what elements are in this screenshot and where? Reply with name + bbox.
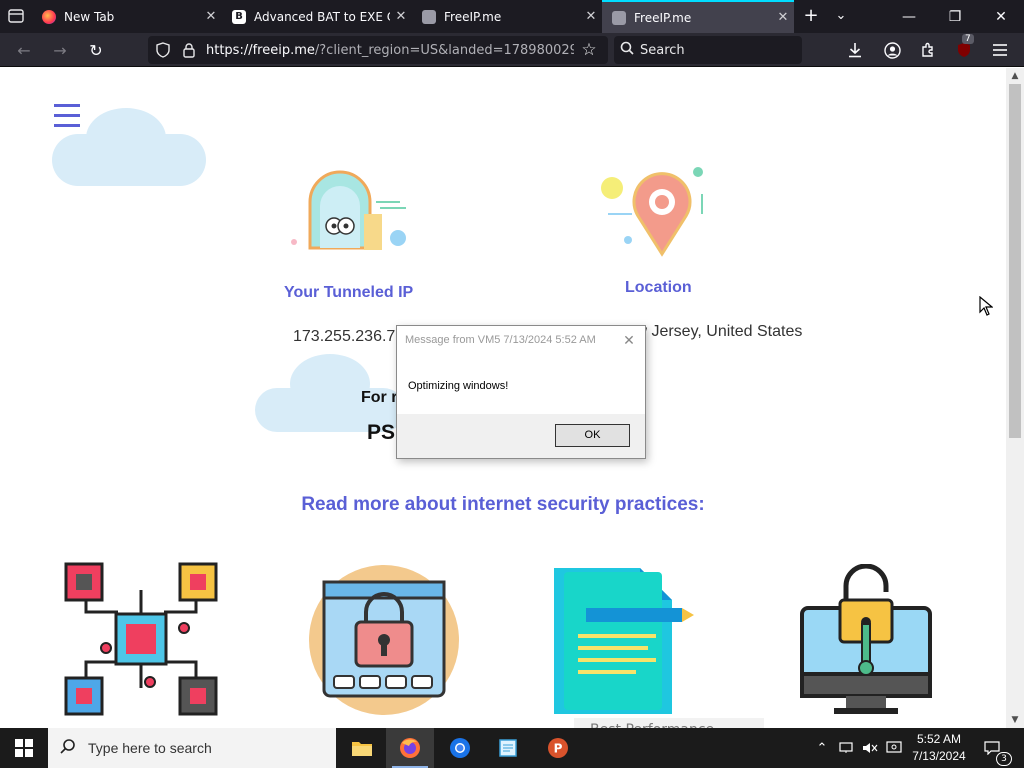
windows-start-icon[interactable]: [0, 728, 48, 768]
close-tab-icon[interactable]: ✕: [390, 9, 412, 24]
cloud-decoration: [290, 354, 370, 414]
cloud-decoration: [86, 108, 166, 168]
extensions-icon[interactable]: [916, 38, 940, 62]
close-window-icon[interactable]: ✕: [978, 0, 1024, 33]
tab-bar: New Tab ✕ B Advanced BAT to EXE Conv ✕ F…: [0, 0, 1024, 33]
navigation-toolbar: ← → ↻ https://freeip.me/?client_region=U…: [0, 33, 1024, 67]
shield-icon[interactable]: [152, 39, 174, 61]
url-bar[interactable]: https://freeip.me/?client_region=US&land…: [148, 36, 608, 64]
reload-icon[interactable]: ↻: [84, 38, 108, 62]
scroll-down-icon[interactable]: ▼: [1006, 712, 1024, 728]
dialog-close-icon[interactable]: ✕: [619, 331, 639, 351]
menu-icon[interactable]: [988, 38, 1012, 62]
safe-lock-icon[interactable]: [308, 564, 460, 716]
url-domain: https://freeip.me: [206, 42, 315, 58]
ip-value: 173.255.236.7: [293, 328, 396, 345]
tunneled-ip-heading: Your Tunneled IP: [284, 284, 414, 301]
volume-muted-icon[interactable]: [860, 728, 880, 768]
notepad-icon[interactable]: [484, 728, 532, 768]
chevron-down-icon[interactable]: ⌄: [830, 5, 852, 27]
download-icon[interactable]: [843, 38, 867, 62]
unlocked-computer-icon[interactable]: [798, 563, 934, 716]
promo-code-text: PS: [367, 421, 396, 444]
extension-badge: 7: [962, 34, 974, 44]
close-tab-icon[interactable]: ✕: [580, 9, 602, 24]
file-explorer-icon[interactable]: [338, 728, 386, 768]
notification-count-badge: 3: [996, 752, 1012, 766]
tab-freeip-active[interactable]: FreeIP.me ✕: [602, 0, 794, 33]
cloud-favicon-icon: [422, 9, 436, 24]
search-icon: [614, 41, 640, 59]
notification-center-icon[interactable]: 3: [980, 728, 1012, 768]
new-tab-icon[interactable]: +: [800, 5, 822, 27]
tab-title: FreeIP.me: [444, 9, 502, 24]
windows-taskbar: Type here to search P ⌃ 5:52 AM 7/13/202…: [0, 728, 1024, 768]
taskbar-search-placeholder: Type here to search: [88, 740, 212, 756]
url-text[interactable]: https://freeip.me/?client_region=US&land…: [206, 43, 574, 58]
taskbar-clock[interactable]: 5:52 AM 7/13/2024: [900, 731, 978, 765]
url-path: /?client_region=US&landed=1789800292: [314, 42, 574, 58]
ublock-extension-icon[interactable]: 7: [952, 34, 976, 62]
back-icon[interactable]: ←: [12, 38, 36, 62]
message-dialog: Message from VM5 7/13/2024 5:52 AM ✕ Opt…: [396, 325, 646, 459]
bookmark-star-icon[interactable]: ☆: [578, 39, 600, 61]
location-heading: Location: [625, 279, 692, 296]
cloud-favicon-icon: [612, 10, 626, 25]
chrome-icon[interactable]: [436, 728, 484, 768]
dialog-message: Optimizing windows!: [408, 380, 509, 392]
tab-title: Advanced BAT to EXE Conv: [254, 9, 390, 24]
network-icon[interactable]: [836, 728, 856, 768]
bat-favicon-icon: B: [232, 9, 246, 24]
search-bar[interactable]: Search: [614, 36, 802, 64]
firefox-icon: [42, 9, 56, 24]
restore-icon[interactable]: ❐: [932, 0, 978, 33]
svg-text:P: P: [554, 742, 563, 756]
minimize-icon[interactable]: —: [886, 0, 932, 33]
search-placeholder: Search: [640, 42, 685, 58]
search-icon: [48, 738, 88, 759]
taskbar-search-box[interactable]: Type here to search: [48, 728, 336, 768]
clock-time: 5:52 AM: [916, 732, 962, 746]
account-icon[interactable]: [880, 38, 904, 62]
dialog-title: Message from VM5 7/13/2024 5:52 AM: [397, 326, 645, 356]
page-scrollbar[interactable]: ▲ ▼: [1006, 68, 1024, 728]
promo-text: For r: [361, 389, 398, 406]
scroll-up-icon[interactable]: ▲: [1006, 68, 1024, 84]
close-tab-icon[interactable]: ✕: [200, 9, 222, 24]
tab-freeip-1[interactable]: FreeIP.me ✕: [412, 0, 602, 33]
mouse-cursor-icon: [979, 295, 994, 316]
map-pin-illustration-icon: [598, 164, 722, 260]
clock-date: 7/13/2024: [912, 749, 966, 763]
close-tab-icon[interactable]: ✕: [772, 10, 794, 25]
lock-icon[interactable]: [178, 39, 200, 61]
tab-title: FreeIP.me: [634, 10, 692, 25]
document-edit-icon[interactable]: [550, 564, 696, 716]
tab-list-icon[interactable]: [4, 5, 28, 27]
performance-tag: Best Performance: [574, 718, 764, 728]
tab-advanced-bat[interactable]: B Advanced BAT to EXE Conv ✕: [222, 0, 412, 33]
circuit-chip-icon[interactable]: [64, 562, 218, 716]
tab-title: New Tab: [64, 9, 115, 24]
hamburger-menu-icon[interactable]: [54, 104, 80, 130]
tab-new-tab[interactable]: New Tab ✕: [32, 0, 222, 33]
psiphon-icon[interactable]: P: [534, 728, 582, 768]
read-more-heading: Read more about internet security practi…: [301, 494, 705, 515]
tunnel-illustration-icon: [288, 168, 412, 264]
scrollbar-thumb[interactable]: [1009, 84, 1021, 438]
chevron-up-icon[interactable]: ⌃: [812, 728, 832, 768]
forward-icon[interactable]: →: [48, 38, 72, 62]
dialog-body: Optimizing windows!: [397, 356, 645, 414]
ok-button[interactable]: OK: [555, 424, 630, 447]
firefox-taskbar-icon[interactable]: [386, 728, 434, 768]
